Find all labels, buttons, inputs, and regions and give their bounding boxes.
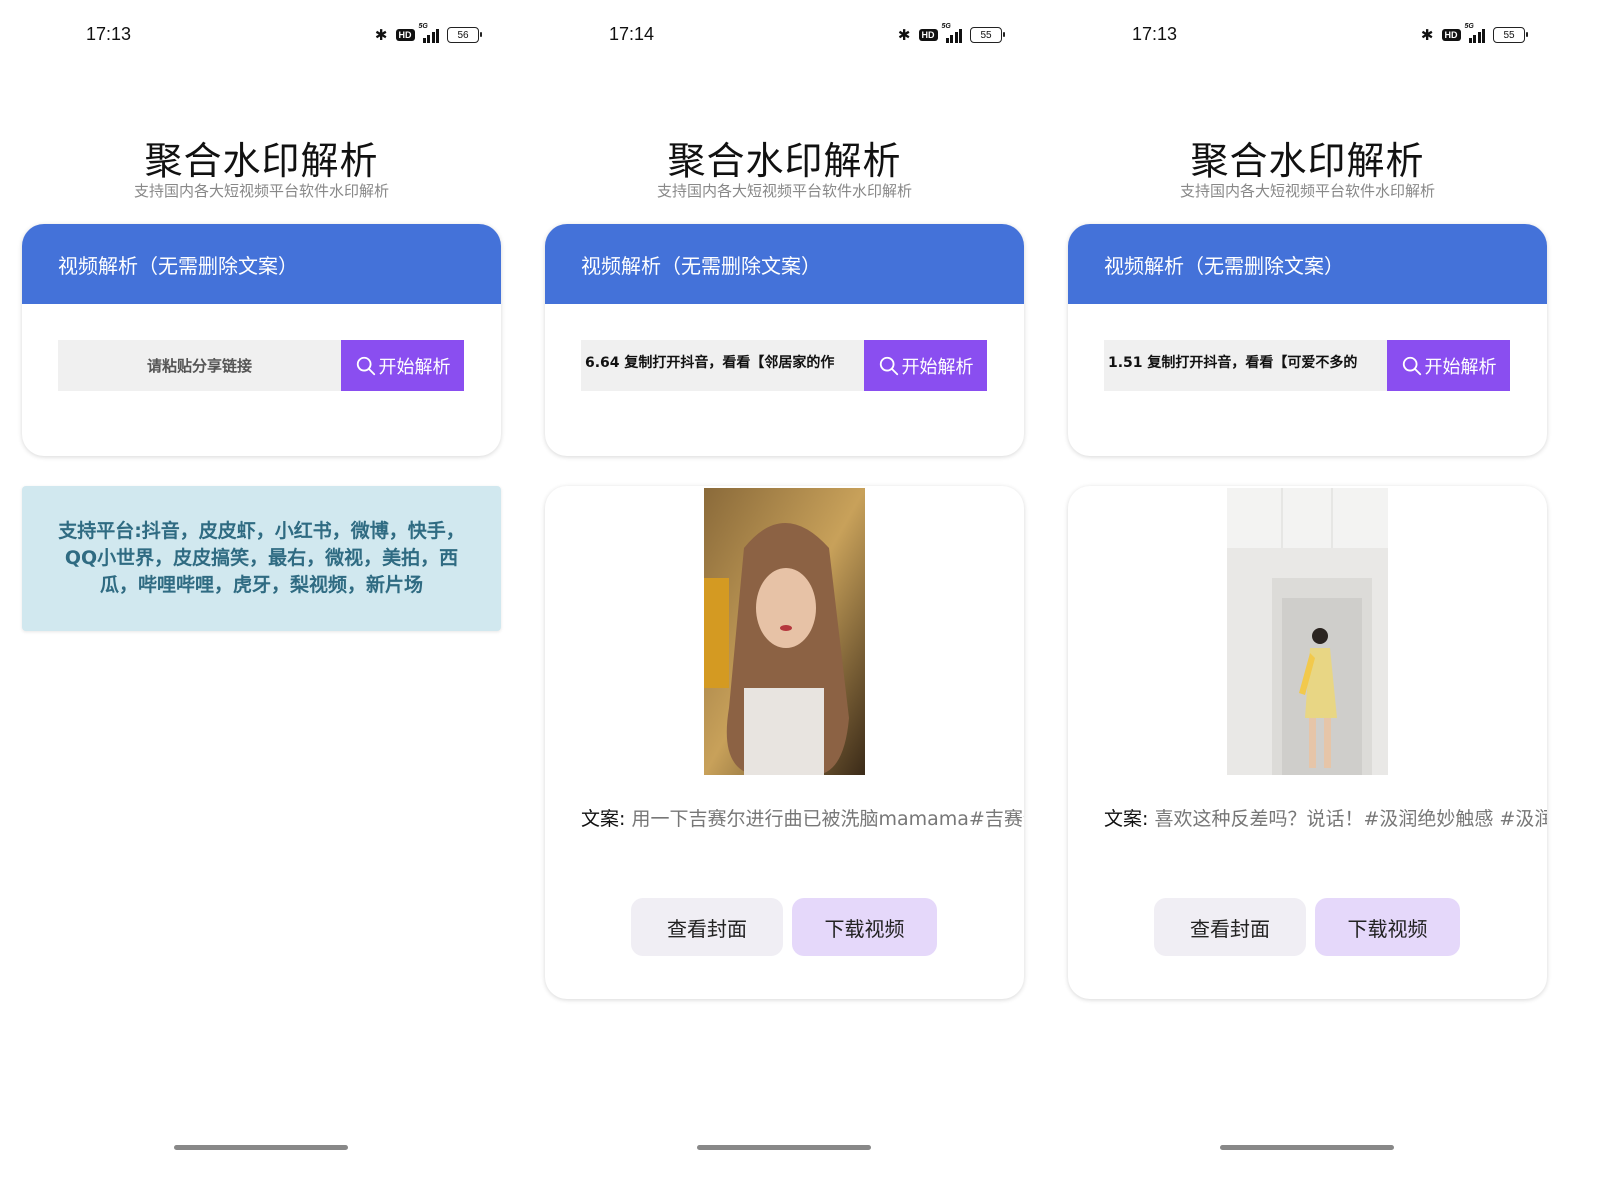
copy-text-row: 文案: 用一下吉赛尔进行曲已被洗脑mamama#吉赛尔 (581, 804, 1024, 831)
hd-icon: HD (395, 29, 415, 41)
result-card: 文案: 用一下吉赛尔进行曲已被洗脑mamama#吉赛尔 查看封面 下载视频 (545, 486, 1024, 999)
input-row: 6.64 复制打开抖音，看看【邻居家的作 开始解析 (581, 340, 987, 391)
bluetooth-icon: ✱ (1420, 27, 1434, 44)
page-title: 聚合水印解析 (667, 139, 902, 183)
page-subtitle: 支持国内各大短视频平台软件水印解析 (656, 182, 912, 200)
bluetooth-icon: ✱ (374, 27, 388, 44)
view-cover-button[interactable]: 查看封面 (1154, 898, 1306, 956)
status-time: 17:13 (1132, 24, 1178, 44)
home-indicator[interactable] (174, 1145, 348, 1150)
parse-card: 视频解析（无需删除文案） 1.51 复制打开抖音，看看【可爱不多的 开始解析 (1068, 224, 1547, 456)
battery-icon: 56 (447, 27, 482, 43)
search-icon (356, 356, 375, 375)
download-video-button[interactable]: 下载视频 (1315, 898, 1460, 956)
page-title: 聚合水印解析 (144, 139, 379, 183)
status-bar: 17:14 ✱ HD 5G 55 (523, 20, 1046, 50)
copy-label: 文案: (581, 808, 626, 830)
card-header: 视频解析（无需删除文案） (545, 224, 1024, 304)
supported-platforms: 支持平台:抖音，皮皮虾，小红书，微博，快手，QQ小世界，皮皮搞笑，最右，微视，美… (22, 486, 501, 631)
status-icons: ✱ HD 5G 55 (897, 23, 1005, 44)
video-thumbnail[interactable] (1227, 488, 1388, 775)
parse-card: 视频解析（无需删除文案） 6.64 复制打开抖音，看看【邻居家的作 开始解析 (545, 224, 1024, 456)
download-video-button[interactable]: 下载视频 (792, 898, 937, 956)
parse-card: 视频解析（无需删除文案） 请粘贴分享链接 开始解析 (22, 224, 501, 456)
copy-text: 用一下吉赛尔进行曲已被洗脑mamama#吉赛尔 (631, 808, 1024, 830)
action-buttons: 查看封面 下载视频 (1154, 898, 1460, 956)
phone-screen-3: 17:13 ✱ HD 5G 55 聚合水印解析 支持国内各大短视频平台软件水印解… (1046, 0, 1569, 1200)
search-icon (879, 356, 898, 375)
status-time: 17:14 (609, 24, 655, 44)
start-parse-label: 开始解析 (1424, 356, 1497, 378)
input-row: 1.51 复制打开抖音，看看【可爱不多的 开始解析 (1104, 340, 1510, 391)
video-thumbnail[interactable] (704, 488, 865, 775)
page-title: 聚合水印解析 (1190, 139, 1425, 183)
copy-text-row: 文案: 喜欢这种反差吗？说话！#汲润绝妙触感 #汲润 (1104, 804, 1547, 831)
status-icons: ✱ HD 5G 56 (374, 23, 482, 44)
copy-text: 喜欢这种反差吗？说话！#汲润绝妙触感 #汲润 (1154, 808, 1547, 830)
battery-icon: 55 (970, 27, 1005, 43)
action-buttons: 查看封面 下载视频 (631, 898, 937, 956)
status-bar: 17:13 ✱ HD 5G 55 (1046, 20, 1569, 50)
hd-icon: HD (1441, 29, 1461, 41)
signal-5g-icon: 5G (419, 23, 439, 43)
search-icon (1402, 356, 1421, 375)
home-indicator[interactable] (697, 1145, 871, 1150)
link-input[interactable]: 1.51 复制打开抖音，看看【可爱不多的 (1104, 340, 1387, 391)
link-input[interactable]: 6.64 复制打开抖音，看看【邻居家的作 (581, 340, 864, 391)
home-indicator[interactable] (1220, 1145, 1394, 1150)
signal-5g-icon: 5G (942, 23, 962, 43)
battery-icon: 55 (1493, 27, 1528, 43)
start-parse-button[interactable]: 开始解析 (1387, 340, 1510, 391)
copy-label: 文案: (1104, 808, 1149, 830)
status-icons: ✱ HD 5G 55 (1420, 23, 1528, 44)
phone-screen-2: 17:14 ✱ HD 5G 55 聚合水印解析 支持国内各大短视频平台软件水印解… (523, 0, 1046, 1200)
result-card: 文案: 喜欢这种反差吗？说话！#汲润绝妙触感 #汲润 查看封面 下载视频 (1068, 486, 1547, 999)
hd-icon: HD (918, 29, 938, 41)
status-bar: 17:13 ✱ HD 5G 56 (0, 20, 523, 50)
start-parse-label: 开始解析 (901, 356, 974, 378)
start-parse-label: 开始解析 (378, 356, 451, 378)
status-time: 17:13 (86, 24, 132, 44)
start-parse-button[interactable]: 开始解析 (864, 340, 987, 391)
card-header: 视频解析（无需删除文案） (1068, 224, 1547, 304)
page-subtitle: 支持国内各大短视频平台软件水印解析 (1179, 182, 1435, 200)
view-cover-button[interactable]: 查看封面 (631, 898, 783, 956)
signal-5g-icon: 5G (1465, 23, 1485, 43)
bluetooth-icon: ✱ (897, 27, 911, 44)
page-subtitle: 支持国内各大短视频平台软件水印解析 (133, 182, 389, 200)
phone-screen-1: 17:13 ✱ HD 5G 56 聚合水印解析 支持国内各大短视频平台软件水印解… (0, 0, 523, 1200)
input-row: 请粘贴分享链接 开始解析 (58, 340, 464, 391)
link-input[interactable]: 请粘贴分享链接 (58, 340, 341, 391)
card-header: 视频解析（无需删除文案） (22, 224, 501, 304)
start-parse-button[interactable]: 开始解析 (341, 340, 464, 391)
